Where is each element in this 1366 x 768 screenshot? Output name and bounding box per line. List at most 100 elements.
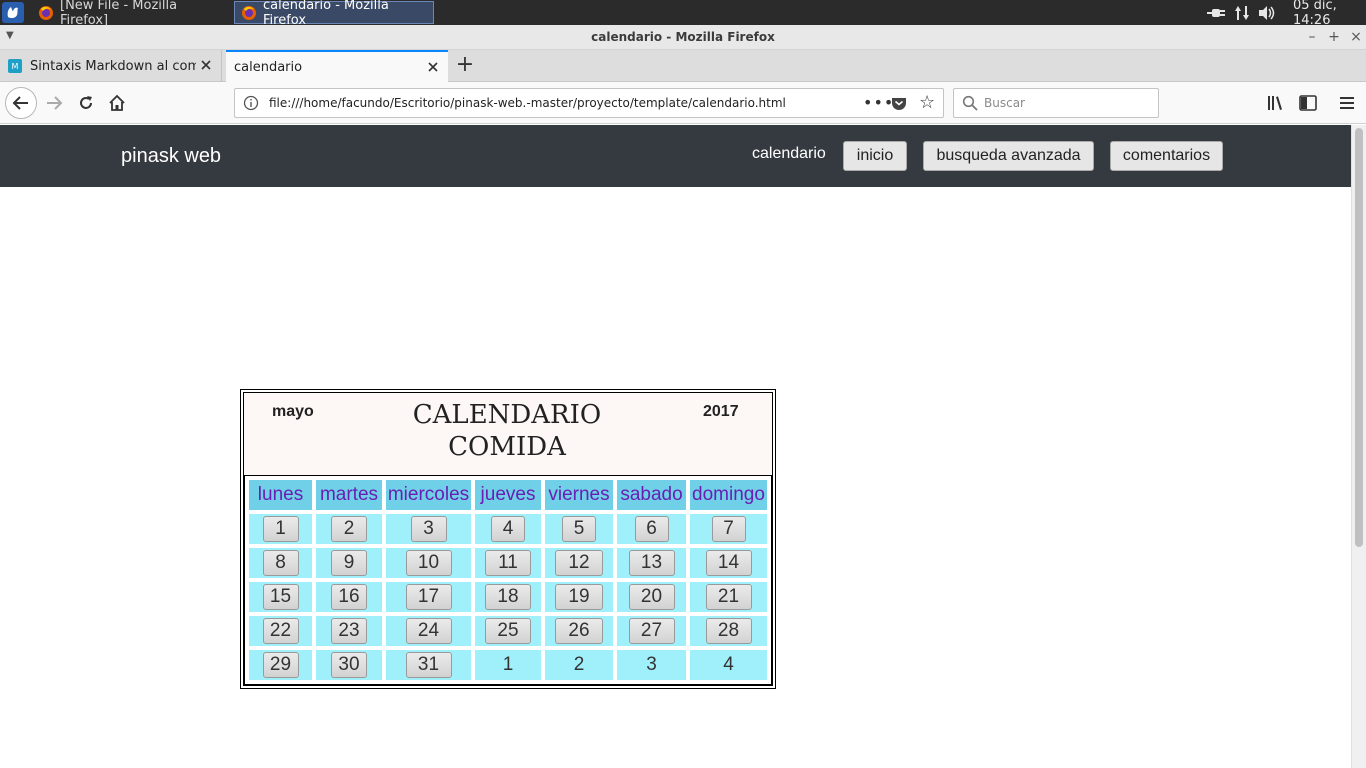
day-button[interactable]: 16	[331, 584, 367, 610]
tab-markdown[interactable]: M Sintaxis Markdown al completo	[0, 50, 222, 82]
calendar-day-cell: 18	[475, 582, 541, 612]
comentarios-button[interactable]: comentarios	[1110, 141, 1223, 171]
power-plug-icon[interactable]	[1206, 5, 1226, 21]
page-content: pinask web calendario inicio busqueda av…	[0, 125, 1351, 768]
day-button[interactable]: 29	[262, 652, 299, 678]
hamburger-menu-icon[interactable]	[1337, 93, 1357, 113]
back-arrow-icon	[12, 96, 28, 110]
day-button[interactable]: 15	[262, 584, 299, 610]
day-button[interactable]: 11	[485, 550, 531, 576]
page-actions-icon[interactable]: •••	[863, 93, 894, 112]
calendar-day-cell: 22	[249, 616, 312, 646]
calendar-day-cell: 31	[386, 650, 471, 680]
day-button[interactable]: 28	[705, 618, 752, 644]
network-icon[interactable]	[1234, 4, 1250, 22]
window-title: calendario - Mozilla Firefox	[591, 30, 775, 44]
search-icon	[962, 95, 978, 111]
firefox-icon	[242, 5, 256, 20]
day-button[interactable]: 8	[262, 550, 299, 576]
day-button[interactable]: 27	[628, 618, 675, 644]
calendar-day-cell: 1	[249, 514, 312, 544]
taskbar-item-calendario[interactable]: calendario - Mozilla Firefox	[234, 0, 434, 28]
forward-button[interactable]	[40, 89, 68, 117]
weekday-header: sabado	[617, 480, 686, 510]
day-button[interactable]: 24	[405, 618, 452, 644]
calendar-day-cell: 14	[690, 548, 767, 578]
day-button[interactable]: 25	[485, 618, 531, 644]
tab-label: Sintaxis Markdown al completo	[30, 58, 196, 74]
library-icon[interactable]	[1266, 93, 1286, 113]
day-button[interactable]: 7	[711, 516, 746, 542]
whisker-menu-icon[interactable]	[2, 2, 24, 23]
url-bar[interactable]: file:///home/facundo/Escritorio/pinask-w…	[234, 88, 944, 118]
calendar-day-cell: 23	[316, 616, 382, 646]
inicio-button[interactable]: inicio	[843, 141, 907, 171]
calendar-day-cell: 6	[617, 514, 686, 544]
busqueda-avanzada-button[interactable]: busqueda avanzada	[923, 141, 1094, 171]
day-button[interactable]: 18	[485, 584, 531, 610]
day-button[interactable]: 23	[331, 618, 367, 644]
info-icon[interactable]	[243, 95, 259, 111]
site-brand[interactable]: pinask web	[121, 145, 221, 168]
clock[interactable]: 05 dic, 14:26	[1293, 0, 1366, 28]
weekday-header: domingo	[690, 480, 767, 510]
page-scrollbar[interactable]	[1351, 125, 1366, 768]
maximize-icon[interactable]: +	[1326, 29, 1342, 45]
weekday-header: jueves	[475, 480, 541, 510]
day-button[interactable]: 12	[555, 550, 603, 576]
day-button[interactable]: 22	[262, 618, 299, 644]
calendar-day-cell: 16	[316, 582, 382, 612]
day-button[interactable]: 5	[562, 516, 596, 542]
next-month-day: 3	[646, 654, 657, 675]
calendar-day-cell: 13	[617, 548, 686, 578]
calendar-day-cell: 5	[545, 514, 613, 544]
search-input[interactable]	[984, 94, 1152, 112]
day-button[interactable]: 9	[331, 550, 367, 576]
back-button[interactable]	[5, 87, 37, 119]
taskbar-item-new-file[interactable]: [New File - Mozilla Firefox]	[32, 0, 226, 28]
day-button[interactable]: 2	[331, 516, 367, 542]
forward-arrow-icon	[47, 96, 63, 110]
day-button[interactable]: 21	[705, 584, 752, 610]
calendar-day-cell: 4	[690, 650, 767, 680]
tab-label: calendario	[234, 60, 303, 75]
calendar-month: mayo	[272, 403, 314, 420]
reload-button[interactable]	[72, 89, 100, 117]
bookmark-star-icon[interactable]: ☆	[919, 93, 935, 113]
day-button[interactable]: 17	[405, 584, 452, 610]
close-window-icon[interactable]: ×	[1348, 29, 1364, 45]
calendar-day-cell: 9	[316, 548, 382, 578]
search-bar[interactable]	[953, 88, 1159, 118]
system-tray	[1206, 0, 1276, 25]
day-button[interactable]: 4	[491, 516, 525, 542]
volume-icon[interactable]	[1258, 5, 1276, 21]
home-button[interactable]	[103, 89, 131, 117]
day-button[interactable]: 19	[555, 584, 603, 610]
pocket-icon[interactable]	[891, 95, 907, 111]
calendar-title: CALENDARIO COMIDA	[374, 399, 640, 463]
nav-link-calendario[interactable]: calendario	[752, 145, 826, 163]
os-top-panel: [New File - Mozilla Firefox] calendario …	[0, 0, 1366, 28]
new-tab-icon[interactable]: +	[454, 54, 476, 77]
day-button[interactable]: 10	[405, 550, 452, 576]
calendar-day-cell: 25	[475, 616, 541, 646]
tab-calendario[interactable]: calendario	[226, 50, 448, 83]
day-button[interactable]: 1	[262, 516, 299, 542]
day-button[interactable]: 26	[555, 618, 603, 644]
close-tab-icon[interactable]	[199, 58, 213, 72]
calendar-table: mayo CALENDARIO COMIDA 2017 lunes martes m…	[240, 389, 776, 689]
close-tab-icon[interactable]	[426, 60, 440, 74]
day-button[interactable]: 14	[705, 550, 752, 576]
calendar-day-cell: 10	[386, 548, 471, 578]
day-button[interactable]: 30	[331, 652, 367, 678]
sidebar-icon[interactable]	[1298, 93, 1318, 113]
day-button[interactable]: 31	[405, 652, 452, 678]
url-text[interactable]: file:///home/facundo/Escritorio/pinask-w…	[269, 96, 786, 110]
day-button[interactable]: 13	[628, 550, 675, 576]
day-button[interactable]: 20	[628, 584, 675, 610]
scrollbar-thumb[interactable]	[1355, 128, 1363, 547]
day-button[interactable]: 6	[634, 516, 669, 542]
minimize-icon[interactable]: –	[1304, 29, 1320, 45]
day-button[interactable]: 3	[410, 516, 447, 542]
calendar-day-cell: 27	[617, 616, 686, 646]
